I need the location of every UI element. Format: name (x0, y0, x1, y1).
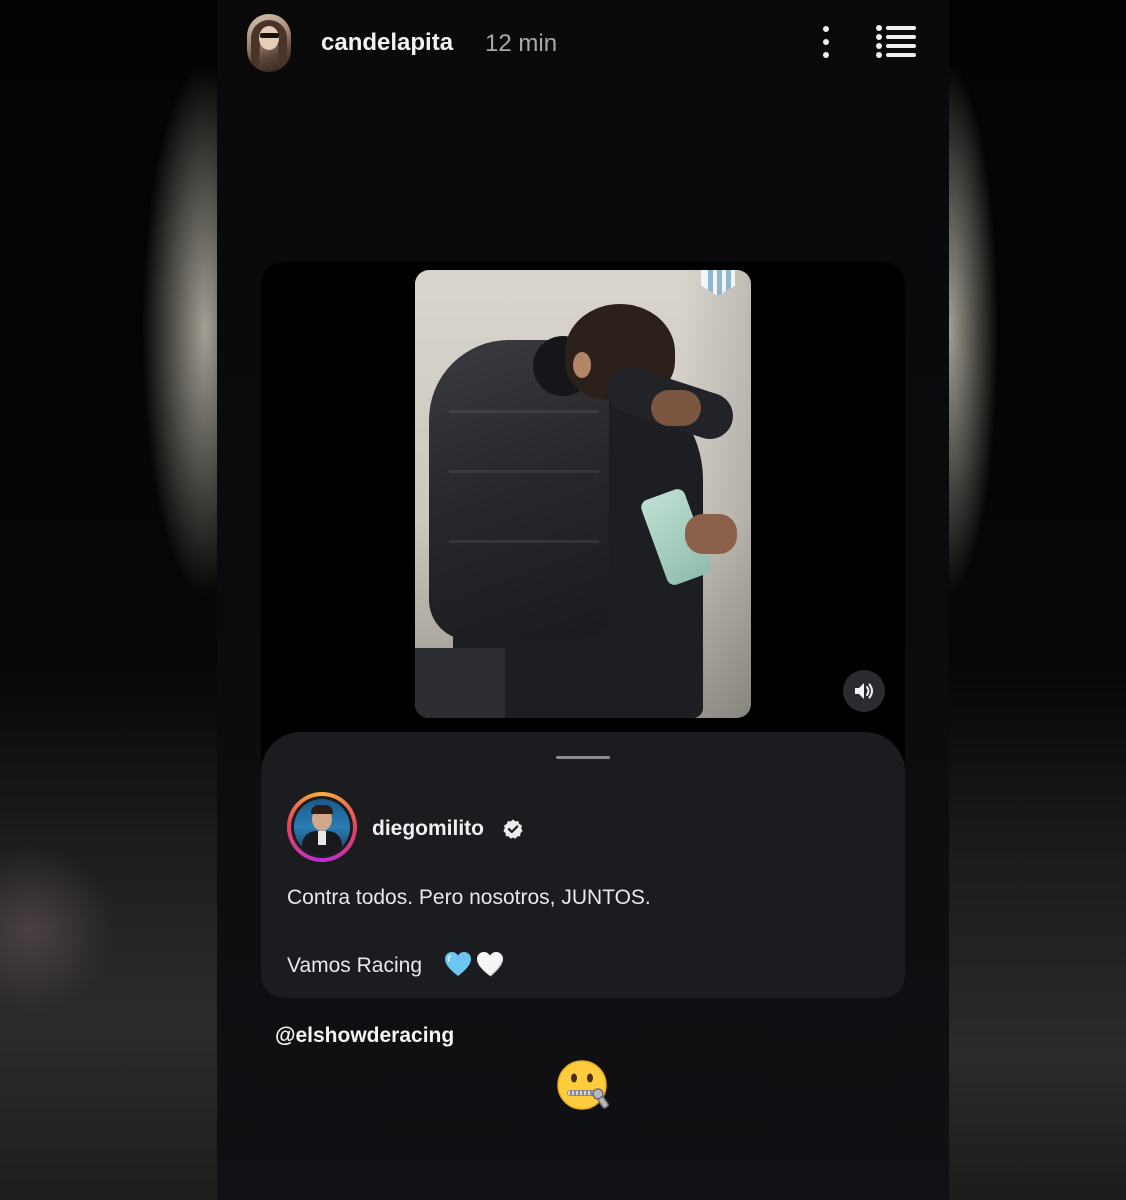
light-blue-heart-icon (445, 952, 471, 976)
verified-badge-icon (503, 819, 523, 839)
mention-tag[interactable]: @elshowderacing (275, 1024, 454, 1048)
story-username[interactable]: candelapita (321, 29, 453, 57)
story-user-avatar[interactable] (247, 14, 291, 72)
story-header: candelapita 12 min (217, 0, 949, 90)
story-timestamp: 12 min (485, 30, 558, 57)
more-vertical-icon[interactable] (813, 24, 839, 60)
list-menu-icon[interactable] (876, 24, 916, 58)
story-viewer[interactable]: candelapita 12 min diegomilito Contra to… (217, 0, 949, 1200)
author-avatar[interactable] (287, 792, 357, 862)
author-username[interactable]: diegomilito (372, 817, 484, 841)
caption-hearts (444, 951, 504, 977)
white-heart-icon (477, 952, 503, 977)
caption-card[interactable]: diegomilito Contra todos. Pero nosotros,… (261, 732, 905, 998)
blurred-backdrop-right (949, 0, 1126, 1200)
shared-post-card[interactable]: diegomilito Contra todos. Pero nosotros,… (261, 262, 905, 998)
zipper-mouth-emoji-icon (557, 1060, 609, 1110)
speaker-volume-icon[interactable] (843, 670, 885, 712)
caption-line-2: Vamos Racing (287, 954, 423, 977)
post-video[interactable] (415, 270, 751, 718)
drag-handle[interactable] (556, 756, 610, 759)
caption-line-1: Contra todos. Pero nosotros, JUNTOS. (287, 886, 651, 909)
blurred-backdrop-left (0, 0, 217, 1200)
